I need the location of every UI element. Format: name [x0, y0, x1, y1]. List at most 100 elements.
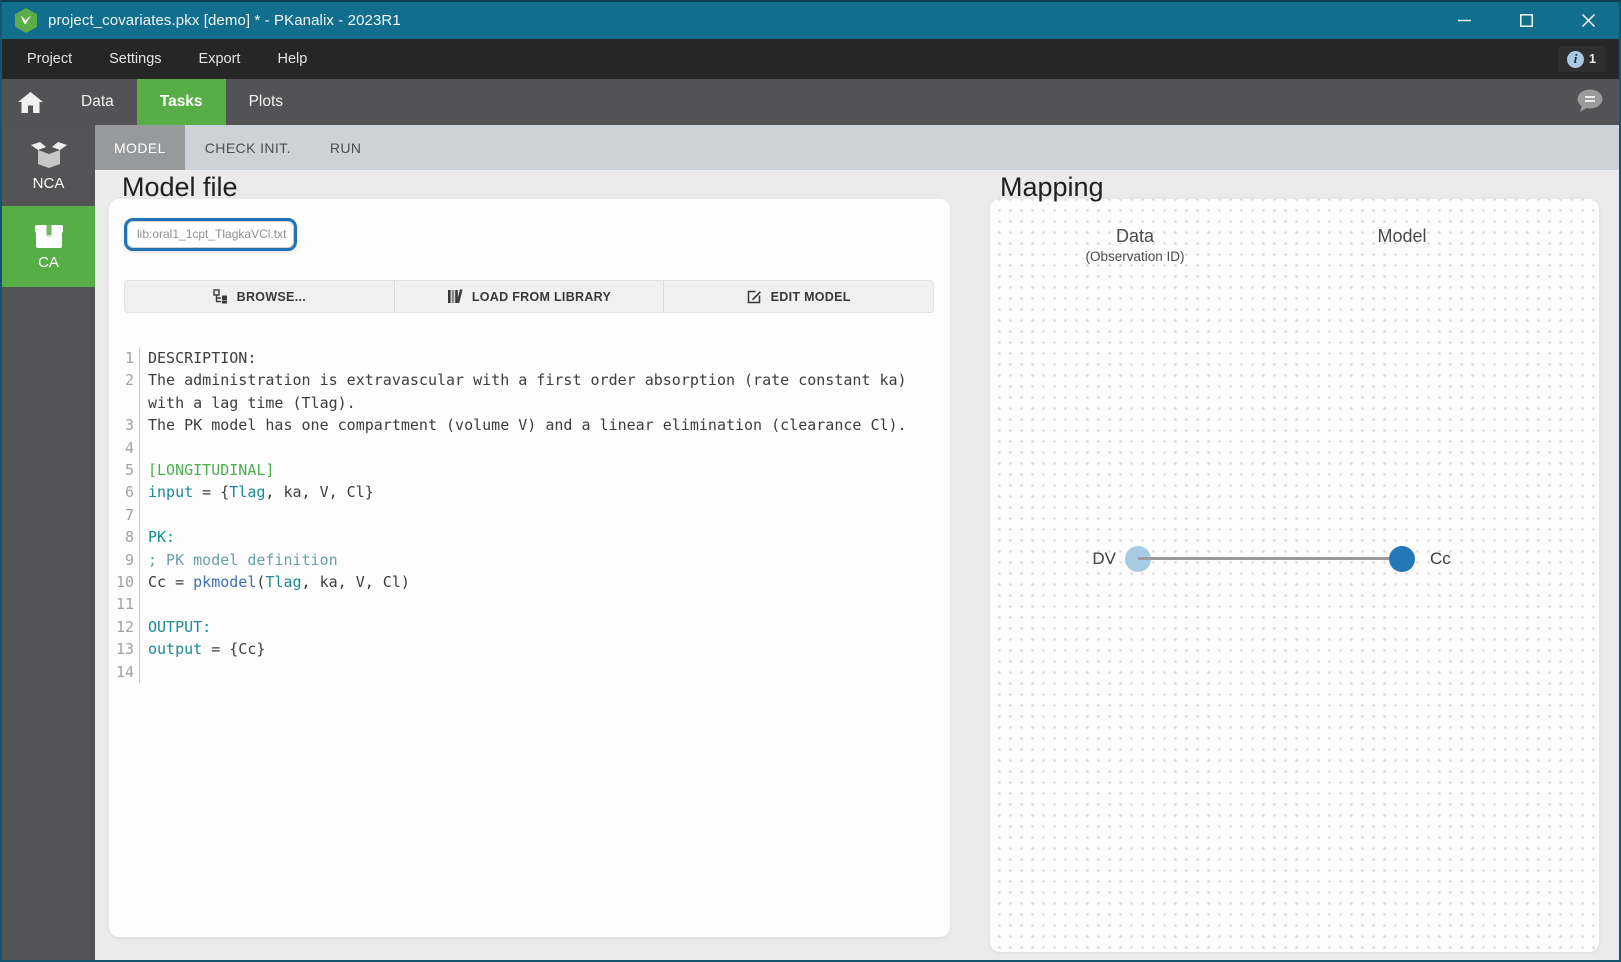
- mapping-data-header: Data: [1115, 226, 1155, 246]
- sidebar: NCA CA: [2, 125, 95, 960]
- code-line: 12 OUTPUT:: [116, 615, 942, 639]
- mapping-source-label: DV: [1092, 549, 1116, 568]
- model-file-heading: Model file: [122, 172, 238, 202]
- ca-box-icon: [34, 222, 63, 248]
- line-number: 9: [116, 548, 140, 572]
- line-number: 10: [116, 571, 140, 594]
- code-line-text: The administration is extravascular with…: [148, 371, 916, 412]
- menubar: Project Settings Export Help i 1: [2, 39, 1619, 79]
- menu-settings[interactable]: Settings: [109, 51, 161, 67]
- sidebar-item-nca[interactable]: NCA: [2, 125, 95, 206]
- browse-button[interactable]: BROWSE...: [125, 281, 395, 312]
- code-line: 14: [116, 660, 942, 684]
- line-number: 12: [116, 615, 140, 639]
- close-button[interactable]: [1557, 2, 1619, 39]
- mapping-target-handle[interactable]: [1389, 546, 1415, 572]
- menu-export[interactable]: Export: [199, 51, 241, 67]
- notification-count: 1: [1589, 52, 1596, 66]
- code-line: 6 input = {Tlag, ka, V, Cl}: [116, 481, 942, 504]
- mapping-data-subheader: (Observation ID): [1085, 249, 1185, 264]
- sidebar-item-ca[interactable]: CA: [2, 206, 95, 287]
- tab-plots[interactable]: Plots: [226, 79, 306, 125]
- app-window: project_covariates.pkx [demo] * - PKanal…: [0, 0, 1621, 962]
- code-line: 1 DESCRIPTION:: [116, 347, 942, 370]
- line-number: 14: [116, 660, 140, 684]
- tab-data[interactable]: Data: [58, 79, 137, 125]
- mapping-connector-line: [1138, 557, 1402, 560]
- code-line: 10 Cc = pkmodel(Tlag, ka, V, Cl): [116, 571, 942, 594]
- line-number: 6: [116, 481, 140, 504]
- task-subtabs: MODEL CHECK INIT. RUN: [95, 125, 1619, 170]
- model-code-editor[interactable]: 1 DESCRIPTION: 2 The administration is extr…: [116, 347, 942, 927]
- mapping-panel: Data (Observation ID) Model DV Cc: [990, 199, 1599, 952]
- notification-area[interactable]: i 1: [1558, 46, 1605, 72]
- sidebar-item-label: NCA: [32, 175, 65, 192]
- sidebar-item-label: CA: [38, 254, 59, 271]
- line-number: 8: [116, 526, 140, 549]
- nca-open-box-icon: [30, 142, 67, 168]
- code-line: 4: [116, 436, 942, 460]
- subtab-model[interactable]: MODEL: [95, 125, 185, 170]
- code-line-text: Cc = pkmodel(Tlag, ka, V, Cl): [148, 573, 410, 592]
- menu-project[interactable]: Project: [27, 51, 72, 67]
- library-books-icon: [447, 289, 463, 304]
- load-from-library-button[interactable]: LOAD FROM LIBRARY: [395, 281, 665, 312]
- info-icon: i: [1567, 50, 1585, 68]
- model-file-panel: lib:oral1_1cpt_TlagkaVCl.txt BROWSE... L…: [109, 199, 950, 937]
- code-line-text: ; PK model definition: [148, 550, 338, 569]
- window-title: project_covariates.pkx [demo] * - PKanal…: [48, 12, 401, 29]
- line-number: 3: [116, 414, 140, 437]
- code-line: 9 ; PK model definition: [116, 548, 942, 572]
- feedback-chat-icon[interactable]: [1576, 89, 1603, 118]
- edit-pencil-icon: [747, 290, 761, 304]
- mapping-heading: Mapping: [1000, 172, 1104, 202]
- code-line-text: PK:: [148, 528, 176, 547]
- model-file-input[interactable]: lib:oral1_1cpt_TlagkaVCl.txt: [127, 221, 294, 248]
- line-number: 11: [116, 593, 140, 616]
- main-content: Model file lib:oral1_1cpt_TlagkaVCl.txt …: [95, 170, 1619, 960]
- edit-model-button[interactable]: EDIT MODEL: [664, 281, 933, 312]
- code-line: 13 output = {Cc}: [116, 638, 942, 661]
- window-controls: [1433, 2, 1619, 39]
- subtab-run[interactable]: RUN: [311, 125, 381, 170]
- maximize-button[interactable]: [1495, 2, 1557, 39]
- folder-tree-icon: [212, 289, 227, 304]
- model-file-name: lib:oral1_1cpt_TlagkaVCl.txt: [137, 227, 287, 241]
- titlebar: project_covariates.pkx [demo] * - PKanal…: [2, 2, 1619, 39]
- mapping-model-column-header: Model: [1332, 226, 1472, 247]
- subtab-check-init[interactable]: CHECK INIT.: [186, 125, 310, 170]
- code-line-text: [LONGITUDINAL]: [148, 461, 275, 480]
- code-line-text: OUTPUT:: [148, 617, 212, 636]
- load-from-library-label: LOAD FROM LIBRARY: [471, 289, 612, 304]
- home-tab[interactable]: [2, 79, 58, 125]
- line-number: 2: [116, 369, 140, 415]
- line-number: 13: [116, 638, 140, 661]
- code-line-text: The PK model has one compartment (volume…: [148, 416, 907, 435]
- home-icon: [17, 91, 43, 113]
- main-tabbar: Data Tasks Plots: [2, 79, 1619, 125]
- menu-help[interactable]: Help: [277, 51, 307, 67]
- code-line: 2 The administration is extravascular wit…: [116, 369, 942, 415]
- line-number: 7: [116, 503, 140, 527]
- code-line-text: input = {Tlag, ka, V, Cl}: [148, 483, 374, 502]
- edit-model-label: EDIT MODEL: [770, 289, 851, 304]
- code-line-text: output = {Cc}: [148, 640, 266, 659]
- code-line: 11: [116, 593, 942, 616]
- minimize-button[interactable]: [1433, 2, 1495, 39]
- code-line: 3 The PK model has one compartment (volum…: [116, 414, 942, 437]
- model-file-buttons: BROWSE... LOAD FROM LIBRARY EDIT MODEL: [124, 280, 934, 313]
- code-line: 8 PK:: [116, 526, 942, 549]
- browse-button-label: BROWSE...: [236, 289, 307, 304]
- code-line-text: DESCRIPTION:: [148, 349, 257, 367]
- tab-tasks[interactable]: Tasks: [136, 79, 226, 125]
- code-line: 5 [LONGITUDINAL]: [116, 459, 942, 482]
- mapping-model-header: Model: [1377, 226, 1427, 246]
- line-number: 4: [116, 436, 140, 460]
- line-number: 1: [116, 347, 140, 370]
- line-number: 5: [116, 459, 140, 482]
- mapping-target-label: Cc: [1430, 549, 1451, 568]
